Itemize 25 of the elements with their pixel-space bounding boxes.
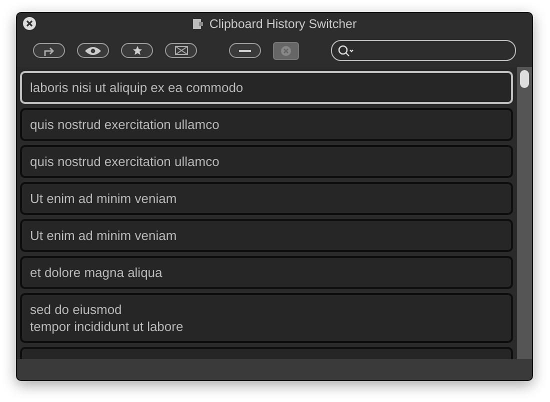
remove-button[interactable] (229, 43, 262, 58)
search-icon (338, 44, 354, 56)
envelope-icon (174, 46, 188, 55)
clip-item[interactable]: Ut enim ad minim veniam (20, 219, 513, 252)
preview-button[interactable] (77, 43, 110, 58)
redo-arrow-icon (43, 46, 56, 56)
favorite-button[interactable] (121, 43, 154, 58)
mail-button[interactable] (165, 43, 198, 58)
window-title: Clipboard History Switcher (192, 16, 357, 30)
paste-button[interactable] (33, 43, 66, 58)
clip-item[interactable]: et dolore magna aliqua (20, 256, 513, 289)
scrollbar[interactable] (517, 67, 532, 359)
scroll-thumb[interactable] (520, 70, 529, 88)
search-field[interactable] (331, 40, 516, 61)
clip-item[interactable]: sed do eiusmod tempor incididunt ut labore (20, 293, 513, 343)
clipboard-icon (192, 18, 204, 30)
clip-item[interactable]: quis nostrud exercitation ullamco (20, 108, 513, 141)
clip-item[interactable]: Ut enim ad minim veniam (20, 182, 513, 215)
clear-icon (281, 46, 292, 56)
minus-icon (239, 50, 252, 52)
close-icon[interactable] (23, 17, 36, 30)
star-icon (132, 45, 143, 56)
clip-item[interactable]: quis nostrud exercitation ullamco (20, 145, 513, 178)
eye-icon (84, 46, 102, 56)
clip-item[interactable]: laboris nisi ut aliquip ex ea commodo (20, 71, 513, 104)
